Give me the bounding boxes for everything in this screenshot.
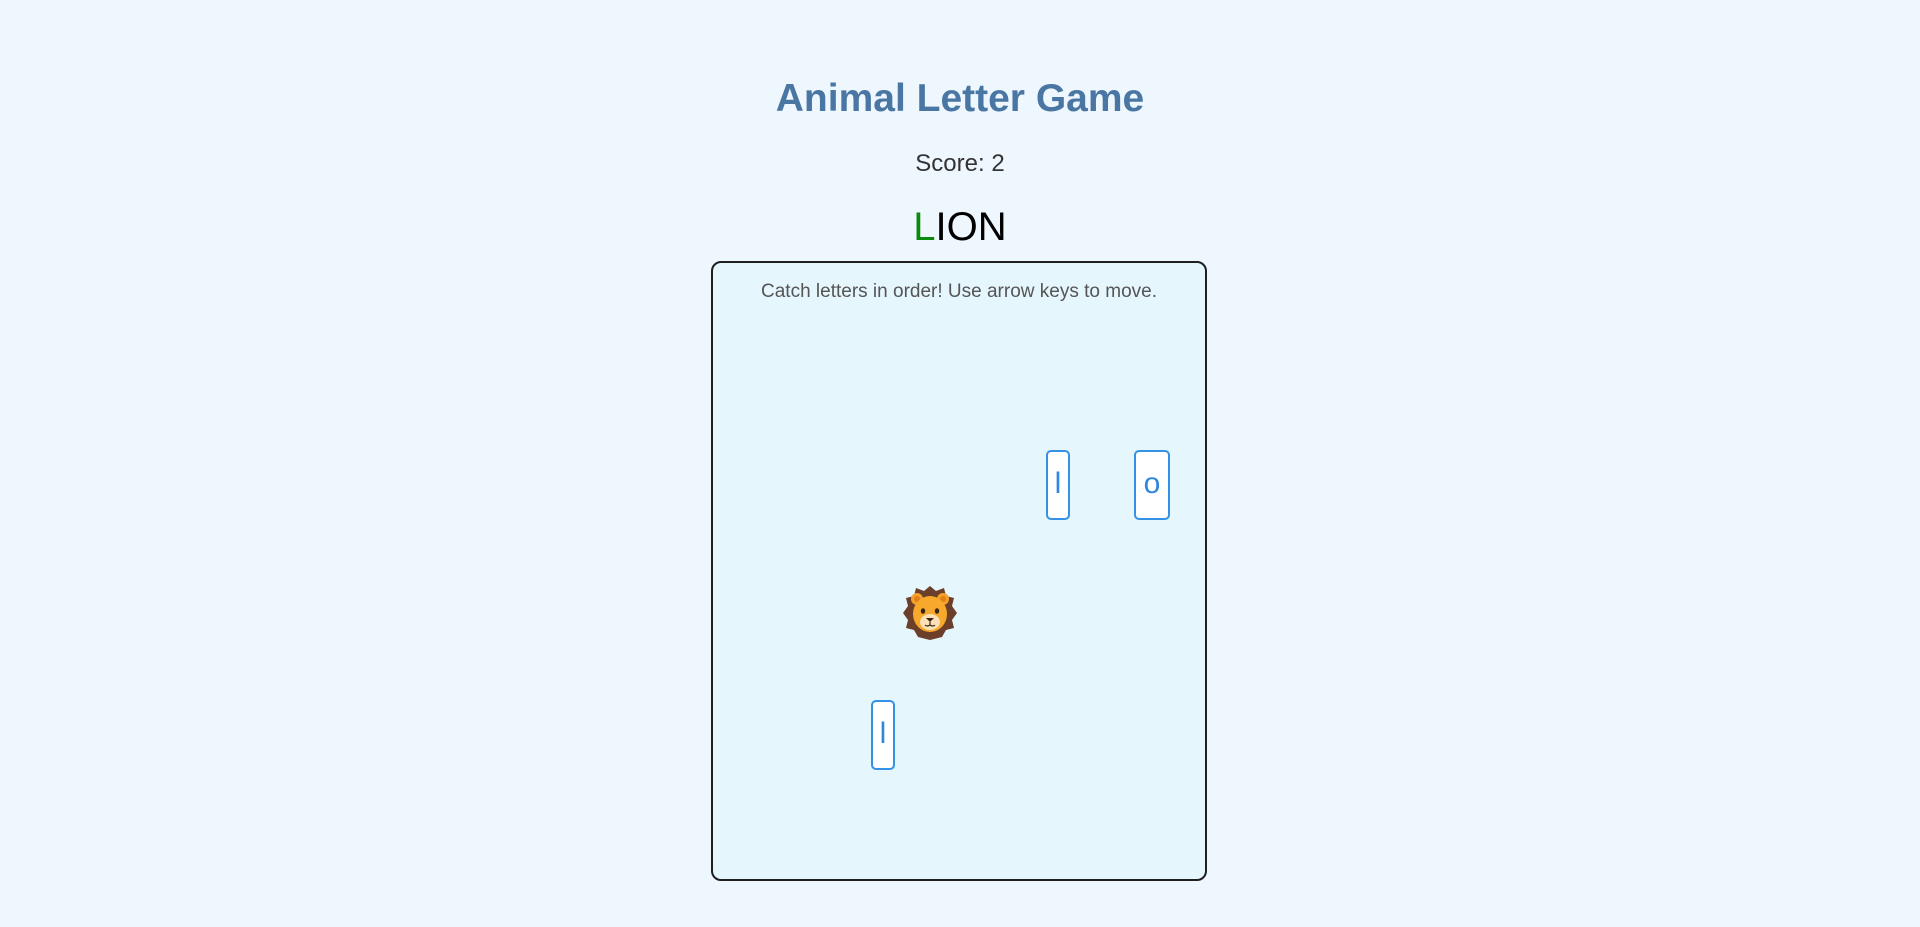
game-board[interactable]: Catch letters in order! Use arrow keys t… xyxy=(711,261,1207,881)
lion-face-icon[interactable] xyxy=(903,585,957,641)
target-word: LION xyxy=(0,203,1920,251)
falling-letter-tile[interactable]: l xyxy=(871,700,895,770)
target-letter-caught: L xyxy=(913,205,936,249)
game-page: Animal Letter Game Score: 2 LION Catch l… xyxy=(0,0,1920,927)
page-title: Animal Letter Game xyxy=(775,77,1145,120)
instructions-text: Catch letters in order! Use arrow keys t… xyxy=(761,281,1157,302)
falling-letter-tile[interactable]: l xyxy=(1046,450,1070,520)
target-letter-pending: I xyxy=(935,205,947,249)
score-display: Score: 2 xyxy=(0,149,1920,179)
target-letter-pending: N xyxy=(977,205,1007,249)
target-letter-pending: O xyxy=(946,205,978,249)
score-label: Score: xyxy=(915,150,985,177)
falling-letter-tile[interactable]: o xyxy=(1134,450,1170,520)
lion-player-graphic xyxy=(903,586,957,640)
score-value: 2 xyxy=(991,150,1005,177)
